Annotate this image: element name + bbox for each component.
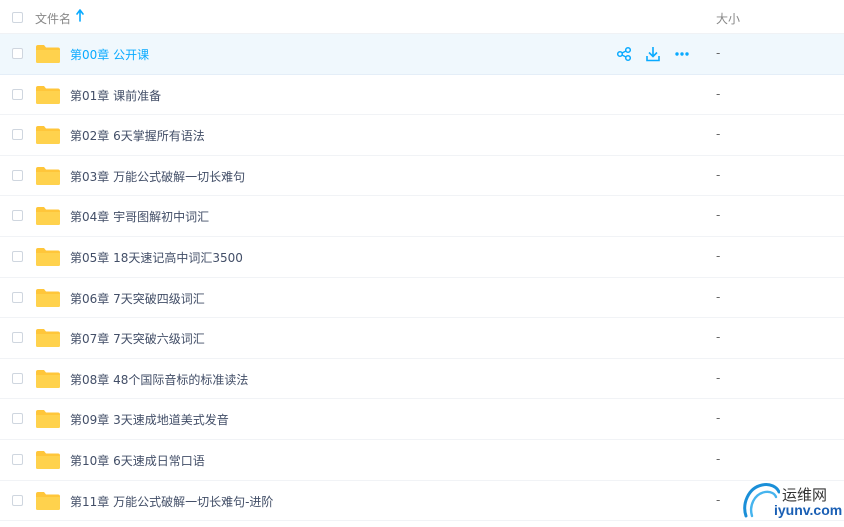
file-size: - — [716, 411, 721, 426]
folder-icon[interactable] — [35, 287, 61, 308]
file-size: - — [716, 208, 721, 223]
select-all-checkbox[interactable] — [12, 12, 23, 23]
row-checkbox[interactable] — [12, 494, 23, 506]
file-row[interactable]: 第06章 7天突破四级词汇 - — [0, 278, 844, 319]
folder-icon[interactable] — [35, 327, 61, 348]
row-checkbox[interactable] — [12, 210, 23, 222]
file-row[interactable]: 第03章 万能公式破解一切长难句 - — [0, 156, 844, 197]
file-name-link[interactable]: 第08章 48个国际音标的标准读法 — [70, 371, 248, 388]
row-checkbox[interactable] — [12, 129, 23, 141]
folder-icon[interactable] — [35, 408, 61, 429]
folder-icon[interactable] — [35, 124, 61, 145]
file-name-link[interactable]: 第11章 万能公式破解一切长难句-进阶 — [70, 493, 273, 510]
folder-icon[interactable] — [35, 368, 61, 389]
more-icon[interactable] — [674, 46, 690, 62]
file-name-link[interactable]: 第05章 18天速记高中词汇3500 — [70, 249, 243, 266]
file-size: - — [716, 370, 721, 385]
folder-icon[interactable] — [35, 449, 61, 470]
folder-icon[interactable] — [35, 165, 61, 186]
folder-icon[interactable] — [35, 246, 61, 267]
column-header-size[interactable]: 大小 — [716, 10, 740, 27]
row-checkbox[interactable] — [12, 291, 23, 303]
column-header-name[interactable]: 文件名 — [35, 10, 71, 27]
file-name-link[interactable]: 第03章 万能公式破解一切长难句 — [70, 168, 245, 185]
arrow-up-icon[interactable] — [76, 9, 84, 22]
file-row[interactable]: 第09章 3天速成地道美式发音 - — [0, 399, 844, 440]
file-name-link[interactable]: 第00章 公开课 — [70, 46, 149, 63]
file-size: - — [716, 167, 721, 182]
file-size: - — [716, 248, 721, 263]
row-checkbox[interactable] — [12, 88, 23, 100]
row-checkbox[interactable] — [12, 48, 23, 59]
file-size: - — [716, 289, 721, 304]
file-size: - — [716, 46, 721, 60]
folder-icon[interactable] — [35, 490, 61, 511]
folder-icon[interactable] — [35, 84, 61, 105]
watermark-text-en: iyunv.com — [774, 502, 843, 518]
file-row[interactable]: 第11章 万能公式破解一切长难句-进阶 - — [0, 481, 844, 522]
file-name-link[interactable]: 第04章 宇哥图解初中词汇 — [70, 208, 209, 225]
file-row[interactable]: 第00章 公开课 - — [0, 34, 844, 75]
file-name-link[interactable]: 第01章 课前准备 — [70, 87, 161, 104]
file-row[interactable]: 第01章 课前准备 - — [0, 75, 844, 116]
file-name-link[interactable]: 第02章 6天掌握所有语法 — [70, 127, 205, 144]
file-name-link[interactable]: 第10章 6天速成日常口语 — [70, 452, 205, 469]
file-row[interactable]: 第05章 18天速记高中词汇3500 - — [0, 237, 844, 278]
file-size: - — [716, 451, 721, 466]
file-size: - — [716, 127, 721, 142]
file-row[interactable]: 第10章 6天速成日常口语 - — [0, 440, 844, 481]
file-name-link[interactable]: 第06章 7天突破四级词汇 — [70, 290, 205, 307]
file-size: - — [716, 330, 721, 345]
folder-icon[interactable] — [35, 205, 61, 226]
folder-icon[interactable] — [35, 43, 61, 64]
file-size: - — [716, 86, 721, 101]
file-row[interactable]: 第08章 48个国际音标的标准读法 - — [0, 359, 844, 400]
share-icon[interactable] — [616, 46, 632, 62]
row-checkbox[interactable] — [12, 332, 23, 344]
download-icon[interactable] — [645, 46, 661, 62]
file-name-link[interactable]: 第09章 3天速成地道美式发音 — [70, 411, 229, 428]
row-checkbox[interactable] — [12, 372, 23, 384]
file-row[interactable]: 第07章 7天突破六级词汇 - — [0, 318, 844, 359]
file-row[interactable]: 第02章 6天掌握所有语法 - — [0, 115, 844, 156]
file-list-header: 文件名 大小 — [0, 0, 844, 34]
file-name-link[interactable]: 第07章 7天突破六级词汇 — [70, 330, 205, 347]
row-checkbox[interactable] — [12, 413, 23, 425]
row-checkbox[interactable] — [12, 453, 23, 465]
row-checkbox[interactable] — [12, 250, 23, 262]
file-list: 第00章 公开课 - 第01章 课前准备 - 第02章 6天掌握所有语法 - 第03章 万能… — [0, 34, 844, 522]
file-size: - — [716, 492, 721, 507]
watermark: 运维网 iyunv.com — [738, 478, 844, 527]
row-checkbox[interactable] — [12, 169, 23, 181]
file-row[interactable]: 第04章 宇哥图解初中词汇 - — [0, 196, 844, 237]
